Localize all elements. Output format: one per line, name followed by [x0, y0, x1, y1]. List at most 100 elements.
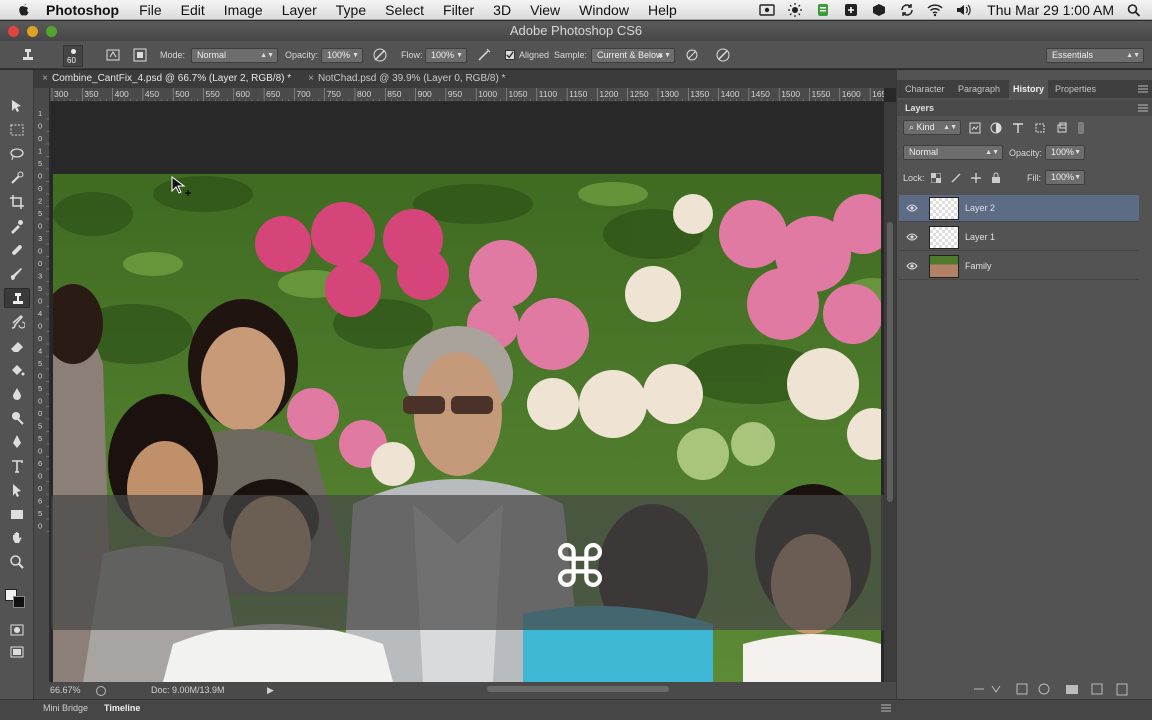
- app-menu[interactable]: Photoshop: [46, 2, 119, 18]
- menu-file[interactable]: File: [139, 2, 162, 18]
- app-badge-icon[interactable]: [871, 3, 887, 17]
- background-color-swatch[interactable]: [13, 596, 25, 608]
- brightness-icon[interactable]: [787, 3, 803, 17]
- layer-row-layer-1[interactable]: Layer 1: [899, 224, 1139, 251]
- mode-dropdown[interactable]: Normal ▲▼: [191, 48, 278, 63]
- menu-layer[interactable]: Layer: [282, 2, 317, 18]
- document-size[interactable]: Doc: 9.00M/13.9M: [151, 682, 225, 699]
- layers-title[interactable]: Layers: [905, 100, 934, 116]
- filter-pixel-icon[interactable]: [969, 122, 981, 134]
- tab-history[interactable]: History: [1009, 80, 1049, 98]
- path-selection-tool-icon[interactable]: [9, 482, 25, 498]
- vertical-scroll-thumb[interactable]: [887, 222, 893, 502]
- horizontal-scroll-thumb[interactable]: [487, 686, 669, 692]
- filter-kind-dropdown[interactable]: ⌕ Kind ▲▼: [903, 120, 961, 135]
- hand-tool-icon[interactable]: [9, 530, 25, 546]
- eyedropper-tool-icon[interactable]: [9, 218, 25, 234]
- zoom-tool-icon[interactable]: [9, 554, 25, 570]
- lock-transparent-pixels-icon[interactable]: [931, 173, 941, 183]
- sample-dropdown[interactable]: Current & Below ▲▼: [591, 48, 675, 63]
- brush-panel-toggle-icon[interactable]: [105, 47, 121, 63]
- share-icon[interactable]: [96, 686, 106, 696]
- layer-row-layer-2[interactable]: Layer 2: [899, 195, 1139, 222]
- menu-window[interactable]: Window: [579, 2, 629, 18]
- zoom-window-button[interactable]: [46, 26, 57, 37]
- history-brush-tool-icon[interactable]: [9, 314, 25, 330]
- tab-combine-cantfix[interactable]: × Combine_CantFix_4.psd @ 66.7% (Layer 2,…: [38, 70, 291, 88]
- flow-field[interactable]: 100% ▼: [425, 48, 467, 63]
- evernote-icon[interactable]: [815, 3, 831, 17]
- quick-mask-icon[interactable]: [9, 622, 25, 638]
- filter-shape-icon[interactable]: [1034, 122, 1046, 134]
- layers-footer-icons[interactable]: [972, 682, 1142, 696]
- brush-size-picker[interactable]: 60: [63, 45, 83, 67]
- layer-row-family[interactable]: Family: [899, 253, 1139, 280]
- zoom-level[interactable]: 66.67%: [50, 682, 81, 699]
- pressure-opacity-icon[interactable]: [372, 47, 388, 63]
- volume-icon[interactable]: [955, 3, 971, 17]
- panel-menu-icon[interactable]: [1137, 103, 1149, 113]
- quick-selection-tool-icon[interactable]: [9, 170, 25, 186]
- lock-image-pixels-icon[interactable]: [951, 173, 961, 183]
- marquee-tool-icon[interactable]: [9, 122, 25, 138]
- plus-app-icon[interactable]: [843, 3, 859, 17]
- vertical-scrollbar[interactable]: [884, 102, 896, 682]
- filter-smart-object-icon[interactable]: [1056, 122, 1068, 134]
- menu-select[interactable]: Select: [385, 2, 424, 18]
- brush-tool-icon[interactable]: [9, 266, 25, 282]
- fill-field[interactable]: 100% ▼: [1045, 170, 1085, 185]
- layer-opacity-field[interactable]: 100% ▼: [1045, 145, 1085, 160]
- tab-notchad[interactable]: × NotChad.psd @ 39.9% (Layer 0, RGB/8) *: [304, 70, 505, 88]
- crop-tool-icon[interactable]: [9, 194, 25, 210]
- lock-all-icon[interactable]: [991, 172, 1001, 183]
- dodge-tool-icon[interactable]: [9, 410, 25, 426]
- pressure-size-icon[interactable]: [715, 47, 731, 63]
- pen-tool-icon[interactable]: [9, 434, 25, 450]
- filter-type-icon[interactable]: [1012, 122, 1024, 134]
- tab-timeline[interactable]: Timeline: [104, 700, 140, 716]
- blend-mode-dropdown[interactable]: Normal ▲▼: [903, 145, 1003, 160]
- sync-icon[interactable]: [899, 3, 915, 17]
- opacity-field[interactable]: 100% ▼: [321, 48, 363, 63]
- tab-paragraph[interactable]: Paragraph: [954, 80, 1004, 98]
- ignore-adjustment-layers-icon[interactable]: [684, 47, 700, 63]
- rectangle-tool-icon[interactable]: [9, 506, 25, 522]
- status-menu-arrow-icon[interactable]: ▶: [267, 682, 274, 699]
- clone-source-panel-icon[interactable]: [132, 47, 148, 63]
- close-tab-icon[interactable]: ×: [38, 70, 52, 88]
- tab-mini-bridge[interactable]: Mini Bridge: [43, 700, 88, 716]
- filter-toggle-switch[interactable]: [1078, 122, 1084, 134]
- wifi-icon[interactable]: [927, 3, 943, 17]
- menu-view[interactable]: View: [530, 2, 560, 18]
- blur-tool-icon[interactable]: [9, 386, 25, 402]
- menubar-clock[interactable]: Thu Mar 29 1:00 AM: [987, 2, 1114, 18]
- aligned-checkbox[interactable]: [505, 50, 515, 60]
- close-window-button[interactable]: [8, 26, 19, 37]
- screen-mode-icon[interactable]: [9, 644, 25, 660]
- tab-properties[interactable]: Properties: [1051, 80, 1100, 98]
- visibility-eye-icon[interactable]: [906, 203, 918, 213]
- menu-edit[interactable]: Edit: [181, 2, 205, 18]
- minimize-window-button[interactable]: [27, 26, 38, 37]
- menu-type[interactable]: Type: [336, 2, 366, 18]
- menu-help[interactable]: Help: [648, 2, 677, 18]
- panel-menu-icon[interactable]: [1137, 84, 1149, 94]
- filter-adjustment-icon[interactable]: [990, 122, 1002, 134]
- close-tab-icon[interactable]: ×: [304, 70, 318, 88]
- lasso-tool-icon[interactable]: [9, 146, 25, 162]
- apple-icon[interactable]: [16, 2, 32, 18]
- menu-filter[interactable]: Filter: [443, 2, 474, 18]
- panel-menu-icon[interactable]: [880, 703, 892, 713]
- visibility-eye-icon[interactable]: [906, 261, 918, 271]
- clone-stamp-tool-button[interactable]: [4, 288, 30, 308]
- menu-image[interactable]: Image: [224, 2, 263, 18]
- visibility-eye-icon[interactable]: [906, 232, 918, 242]
- menu-3d[interactable]: 3D: [493, 2, 511, 18]
- move-tool-icon[interactable]: [9, 98, 25, 114]
- clone-stamp-tool-preset-icon[interactable]: [20, 47, 36, 63]
- airbrush-icon[interactable]: [476, 47, 492, 63]
- spotlight-search-icon[interactable]: [1126, 3, 1142, 17]
- paint-bucket-tool-icon[interactable]: [9, 362, 25, 378]
- lock-position-icon[interactable]: [971, 173, 981, 183]
- screen-record-icon[interactable]: [759, 3, 775, 17]
